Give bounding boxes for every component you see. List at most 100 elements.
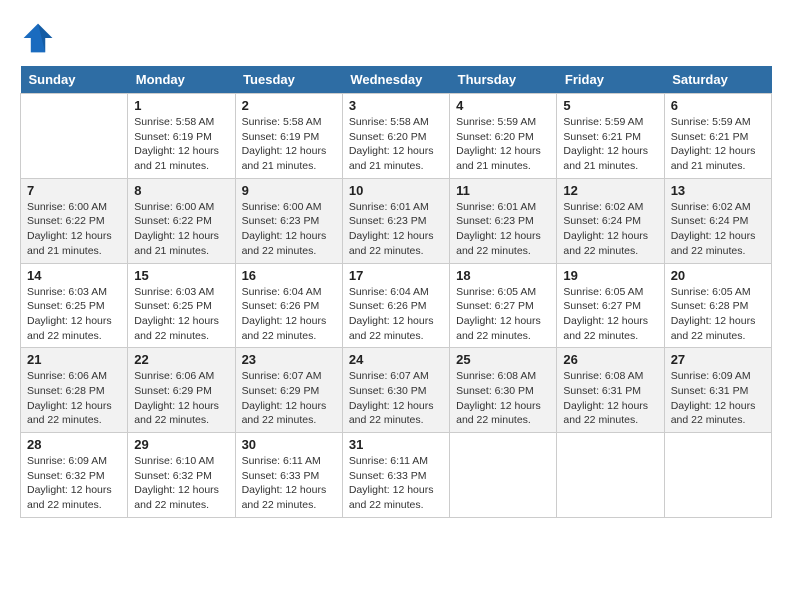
- day-info: Sunrise: 6:06 AMSunset: 6:29 PMDaylight:…: [134, 369, 228, 428]
- day-number: 9: [242, 183, 336, 198]
- calendar-cell: 16 Sunrise: 6:04 AMSunset: 6:26 PMDayligh…: [235, 263, 342, 348]
- day-info: Sunrise: 6:01 AMSunset: 6:23 PMDaylight:…: [456, 200, 550, 259]
- day-info: Sunrise: 6:05 AMSunset: 6:28 PMDaylight:…: [671, 285, 765, 344]
- day-info: Sunrise: 6:03 AMSunset: 6:25 PMDaylight:…: [27, 285, 121, 344]
- day-info: Sunrise: 6:02 AMSunset: 6:24 PMDaylight:…: [563, 200, 657, 259]
- calendar-table: SundayMondayTuesdayWednesdayThursdayFrid…: [20, 66, 772, 518]
- calendar-cell: 25 Sunrise: 6:08 AMSunset: 6:30 PMDayligh…: [450, 348, 557, 433]
- day-info: Sunrise: 6:00 AMSunset: 6:22 PMDaylight:…: [134, 200, 228, 259]
- day-number: 2: [242, 98, 336, 113]
- day-number: 4: [456, 98, 550, 113]
- day-number: 25: [456, 352, 550, 367]
- calendar-cell: 11 Sunrise: 6:01 AMSunset: 6:23 PMDayligh…: [450, 178, 557, 263]
- day-number: 27: [671, 352, 765, 367]
- calendar-cell: 30 Sunrise: 6:11 AMSunset: 6:33 PMDayligh…: [235, 433, 342, 518]
- weekday-header-tuesday: Tuesday: [235, 66, 342, 94]
- day-number: 26: [563, 352, 657, 367]
- day-number: 15: [134, 268, 228, 283]
- calendar-cell: [450, 433, 557, 518]
- day-info: Sunrise: 5:58 AMSunset: 6:19 PMDaylight:…: [134, 115, 228, 174]
- day-number: 31: [349, 437, 443, 452]
- day-number: 7: [27, 183, 121, 198]
- day-number: 13: [671, 183, 765, 198]
- logo-icon: [20, 20, 56, 56]
- day-number: 29: [134, 437, 228, 452]
- day-number: 10: [349, 183, 443, 198]
- day-info: Sunrise: 6:05 AMSunset: 6:27 PMDaylight:…: [563, 285, 657, 344]
- day-info: Sunrise: 6:07 AMSunset: 6:29 PMDaylight:…: [242, 369, 336, 428]
- calendar-cell: 8Sunrise: 6:00 AMSunset: 6:22 PMDaylight…: [128, 178, 235, 263]
- calendar-cell: 22 Sunrise: 6:06 AMSunset: 6:29 PMDayligh…: [128, 348, 235, 433]
- calendar-cell: 28 Sunrise: 6:09 AMSunset: 6:32 PMDayligh…: [21, 433, 128, 518]
- weekday-header-monday: Monday: [128, 66, 235, 94]
- day-number: 12: [563, 183, 657, 198]
- day-number: 24: [349, 352, 443, 367]
- day-number: 6: [671, 98, 765, 113]
- calendar-cell: 2 Sunrise: 5:58 AMSunset: 6:19 PMDaylight…: [235, 94, 342, 179]
- day-info: Sunrise: 6:11 AMSunset: 6:33 PMDaylight:…: [242, 454, 336, 513]
- day-info: Sunrise: 6:04 AMSunset: 6:26 PMDaylight:…: [349, 285, 443, 344]
- day-info: Sunrise: 6:09 AMSunset: 6:31 PMDaylight:…: [671, 369, 765, 428]
- day-number: 1: [134, 98, 228, 113]
- day-number: 16: [242, 268, 336, 283]
- day-info: Sunrise: 5:58 AMSunset: 6:19 PMDaylight:…: [242, 115, 336, 174]
- calendar-cell: 17Sunrise: 6:04 AMSunset: 6:26 PMDayligh…: [342, 263, 449, 348]
- day-number: 11: [456, 183, 550, 198]
- day-number: 28: [27, 437, 121, 452]
- week-row-2: 7 Sunrise: 6:00 AMSunset: 6:22 PMDaylight…: [21, 178, 772, 263]
- day-info: Sunrise: 5:59 AMSunset: 6:21 PMDaylight:…: [671, 115, 765, 174]
- day-info: Sunrise: 6:09 AMSunset: 6:32 PMDaylight:…: [27, 454, 121, 513]
- weekday-header-row: SundayMondayTuesdayWednesdayThursdayFrid…: [21, 66, 772, 94]
- calendar-cell: 15Sunrise: 6:03 AMSunset: 6:25 PMDayligh…: [128, 263, 235, 348]
- calendar-cell: 13 Sunrise: 6:02 AMSunset: 6:24 PMDayligh…: [664, 178, 771, 263]
- day-info: Sunrise: 6:10 AMSunset: 6:32 PMDaylight:…: [134, 454, 228, 513]
- day-info: Sunrise: 5:58 AMSunset: 6:20 PMDaylight:…: [349, 115, 443, 174]
- day-info: Sunrise: 6:08 AMSunset: 6:30 PMDaylight:…: [456, 369, 550, 428]
- calendar-cell: 19 Sunrise: 6:05 AMSunset: 6:27 PMDayligh…: [557, 263, 664, 348]
- calendar-cell: 14 Sunrise: 6:03 AMSunset: 6:25 PMDayligh…: [21, 263, 128, 348]
- calendar-cell: 4 Sunrise: 5:59 AMSunset: 6:20 PMDaylight…: [450, 94, 557, 179]
- day-number: 30: [242, 437, 336, 452]
- day-number: 19: [563, 268, 657, 283]
- day-info: Sunrise: 5:59 AMSunset: 6:21 PMDaylight:…: [563, 115, 657, 174]
- week-row-5: 28 Sunrise: 6:09 AMSunset: 6:32 PMDayligh…: [21, 433, 772, 518]
- day-number: 14: [27, 268, 121, 283]
- calendar-cell: 29 Sunrise: 6:10 AMSunset: 6:32 PMDayligh…: [128, 433, 235, 518]
- week-row-4: 21 Sunrise: 6:06 AMSunset: 6:28 PMDayligh…: [21, 348, 772, 433]
- week-row-3: 14 Sunrise: 6:03 AMSunset: 6:25 PMDayligh…: [21, 263, 772, 348]
- calendar-cell: [21, 94, 128, 179]
- day-info: Sunrise: 6:11 AMSunset: 6:33 PMDaylight:…: [349, 454, 443, 513]
- week-row-1: 1 Sunrise: 5:58 AMSunset: 6:19 PMDaylight…: [21, 94, 772, 179]
- calendar-cell: 23 Sunrise: 6:07 AMSunset: 6:29 PMDayligh…: [235, 348, 342, 433]
- day-number: 18: [456, 268, 550, 283]
- calendar-cell: 3 Sunrise: 5:58 AMSunset: 6:20 PMDaylight…: [342, 94, 449, 179]
- calendar-cell: 20Sunrise: 6:05 AMSunset: 6:28 PMDayligh…: [664, 263, 771, 348]
- calendar-cell: 27 Sunrise: 6:09 AMSunset: 6:31 PMDayligh…: [664, 348, 771, 433]
- calendar-cell: 21 Sunrise: 6:06 AMSunset: 6:28 PMDayligh…: [21, 348, 128, 433]
- day-info: Sunrise: 6:05 AMSunset: 6:27 PMDaylight:…: [456, 285, 550, 344]
- day-info: Sunrise: 6:08 AMSunset: 6:31 PMDaylight:…: [563, 369, 657, 428]
- calendar-cell: 31 Sunrise: 6:11 AMSunset: 6:33 PMDayligh…: [342, 433, 449, 518]
- calendar-cell: [664, 433, 771, 518]
- day-info: Sunrise: 6:02 AMSunset: 6:24 PMDaylight:…: [671, 200, 765, 259]
- day-number: 3: [349, 98, 443, 113]
- calendar-cell: 5 Sunrise: 5:59 AMSunset: 6:21 PMDaylight…: [557, 94, 664, 179]
- day-info: Sunrise: 6:06 AMSunset: 6:28 PMDaylight:…: [27, 369, 121, 428]
- day-info: Sunrise: 6:04 AMSunset: 6:26 PMDaylight:…: [242, 285, 336, 344]
- day-info: Sunrise: 6:00 AMSunset: 6:23 PMDaylight:…: [242, 200, 336, 259]
- calendar-cell: 1 Sunrise: 5:58 AMSunset: 6:19 PMDaylight…: [128, 94, 235, 179]
- weekday-header-wednesday: Wednesday: [342, 66, 449, 94]
- calendar-cell: 18 Sunrise: 6:05 AMSunset: 6:27 PMDayligh…: [450, 263, 557, 348]
- day-number: 5: [563, 98, 657, 113]
- day-info: Sunrise: 6:00 AMSunset: 6:22 PMDaylight:…: [27, 200, 121, 259]
- day-info: Sunrise: 5:59 AMSunset: 6:20 PMDaylight:…: [456, 115, 550, 174]
- calendar-cell: 7 Sunrise: 6:00 AMSunset: 6:22 PMDaylight…: [21, 178, 128, 263]
- calendar-cell: 6 Sunrise: 5:59 AMSunset: 6:21 PMDaylight…: [664, 94, 771, 179]
- weekday-header-saturday: Saturday: [664, 66, 771, 94]
- day-info: Sunrise: 6:07 AMSunset: 6:30 PMDaylight:…: [349, 369, 443, 428]
- logo: [20, 20, 60, 56]
- day-number: 23: [242, 352, 336, 367]
- day-number: 21: [27, 352, 121, 367]
- day-number: 22: [134, 352, 228, 367]
- calendar-cell: 12 Sunrise: 6:02 AMSunset: 6:24 PMDayligh…: [557, 178, 664, 263]
